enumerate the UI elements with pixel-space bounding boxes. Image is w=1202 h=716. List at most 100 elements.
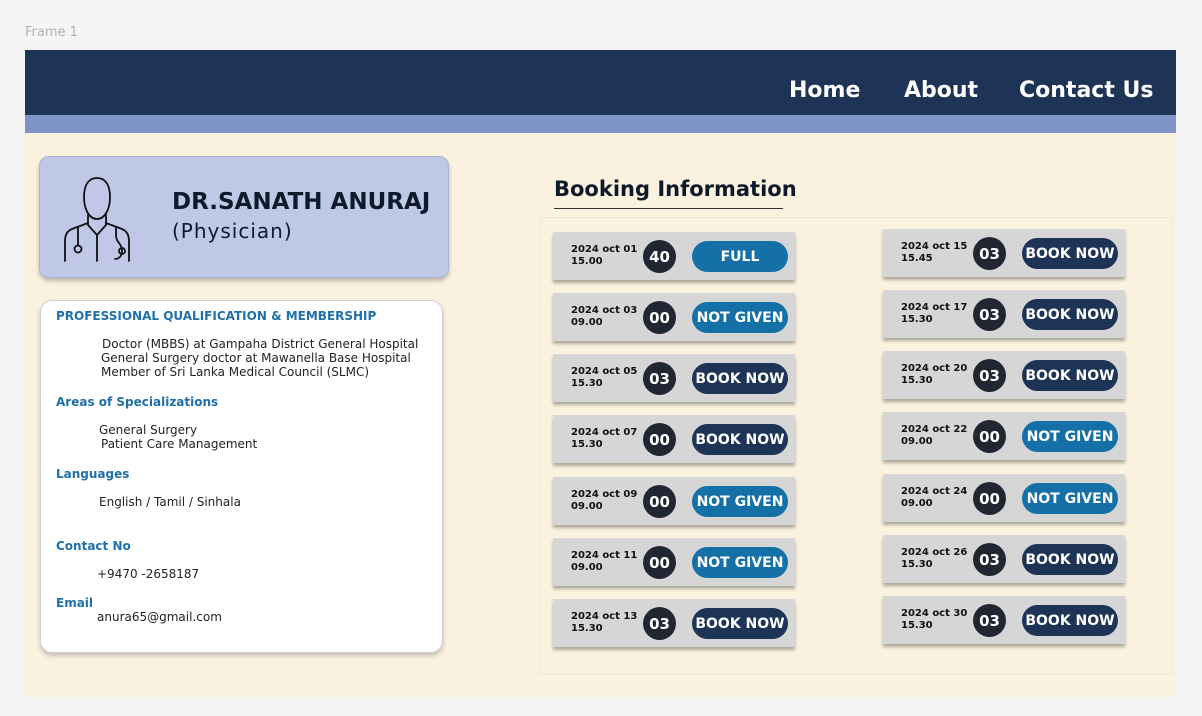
full-status-button: FULL — [692, 241, 788, 272]
slot-date: 2024 oct 01 — [571, 244, 638, 255]
slot-time: 09.00 — [571, 317, 603, 328]
slot-datetime: 2024 oct 11 09.00 — [571, 550, 637, 574]
slot-date: 2024 oct 30 — [901, 608, 968, 619]
languages-value: English / Tamil / Sinhala — [99, 495, 241, 509]
booking-slot: 2024 oct 11 09.00 00 NOT GIVEN — [553, 538, 795, 586]
doctor-info-card: PROFESSIONAL QUALIFICATION & MEMBERSHIP … — [40, 300, 443, 653]
doctor-name: DR.SANATH ANURAJ — [172, 189, 431, 215]
slot-count-badge: 00 — [643, 423, 676, 456]
email-value: anura65@gmail.com — [97, 610, 222, 624]
booking-slot: 2024 oct 03 09.00 00 NOT GIVEN — [553, 293, 795, 341]
nav-subbar — [25, 115, 1176, 133]
slot-count-badge: 00 — [643, 546, 676, 579]
booking-slot: 2024 oct 15 15.45 03 BOOK NOW — [883, 229, 1125, 277]
slot-datetime: 2024 oct 26 15.30 — [901, 547, 967, 571]
nav-contact-link[interactable]: Contact Us — [1019, 78, 1153, 103]
booking-slot: 2024 oct 20 15.30 03 BOOK NOW — [883, 351, 1125, 399]
slot-time: 15.30 — [901, 375, 933, 386]
contact-heading: Contact No — [56, 539, 131, 553]
slot-date: 2024 oct 17 — [901, 302, 968, 313]
not-given-status-button: NOT GIVEN — [692, 302, 788, 333]
slot-count-badge: 00 — [973, 420, 1006, 453]
book-now-button[interactable]: BOOK NOW — [1022, 605, 1118, 636]
slot-time: 09.00 — [571, 562, 603, 573]
slot-date: 2024 oct 15 — [901, 241, 968, 252]
contact-value: +9470 -2658187 — [97, 567, 200, 581]
not-given-status-button: NOT GIVEN — [1022, 421, 1118, 452]
doctor-title: (Physician) — [172, 219, 293, 243]
slot-count-badge: 03 — [643, 607, 676, 640]
slot-date: 2024 oct 09 — [571, 489, 638, 500]
slot-date: 2024 oct 11 — [571, 550, 638, 561]
booking-slot: 2024 oct 30 15.30 03 BOOK NOW — [883, 596, 1125, 644]
qualification-item: Doctor (MBBS) at Gampaha District Genera… — [102, 337, 419, 351]
slot-time: 15.30 — [901, 314, 933, 325]
slot-date: 2024 oct 05 — [571, 366, 638, 377]
book-now-button[interactable]: BOOK NOW — [1022, 360, 1118, 391]
book-now-button[interactable]: BOOK NOW — [692, 424, 788, 455]
booking-title-underline — [554, 208, 783, 209]
email-heading: Email — [56, 596, 94, 610]
slot-date: 2024 oct 22 — [901, 424, 968, 435]
booking-slot: 2024 oct 09 09.00 00 NOT GIVEN — [553, 477, 795, 525]
slot-time: 15.30 — [571, 378, 603, 389]
slot-datetime: 2024 oct 20 15.30 — [901, 363, 967, 387]
not-given-status-button: NOT GIVEN — [1022, 483, 1118, 514]
slot-datetime: 2024 oct 03 09.00 — [571, 305, 637, 329]
slot-datetime: 2024 oct 17 15.30 — [901, 302, 967, 326]
booking-slot: 2024 oct 13 15.30 03 BOOK NOW — [553, 599, 795, 647]
slot-datetime: 2024 oct 09 09.00 — [571, 489, 637, 513]
slot-time: 15.30 — [571, 439, 603, 450]
frame-label: Frame 1 — [25, 25, 78, 40]
slot-time: 15.30 — [571, 623, 603, 634]
slot-count-badge: 03 — [973, 604, 1006, 637]
book-now-button[interactable]: BOOK NOW — [1022, 299, 1118, 330]
nav-about-link[interactable]: About — [904, 78, 978, 103]
slot-datetime: 2024 oct 05 15.30 — [571, 366, 637, 390]
slot-date: 2024 oct 24 — [901, 486, 968, 497]
booking-title: Booking Information — [554, 177, 797, 201]
slot-datetime: 2024 oct 07 15.30 — [571, 427, 637, 451]
qualification-heading: PROFESSIONAL QUALIFICATION & MEMBERSHIP — [56, 309, 377, 323]
book-now-button[interactable]: BOOK NOW — [1022, 544, 1118, 575]
slot-time: 09.00 — [571, 501, 603, 512]
booking-slot: 2024 oct 26 15.30 03 BOOK NOW — [883, 535, 1125, 583]
slot-count-badge: 00 — [643, 301, 676, 334]
not-given-status-button: NOT GIVEN — [692, 486, 788, 517]
qualification-item: Member of Sri Lanka Medical Council (SLM… — [101, 365, 370, 379]
slot-date: 2024 oct 13 — [571, 611, 638, 622]
book-now-button[interactable]: BOOK NOW — [692, 363, 788, 394]
slot-time: 09.00 — [901, 436, 933, 447]
slot-time: 15.30 — [901, 559, 933, 570]
slot-date: 2024 oct 03 — [571, 305, 638, 316]
slot-datetime: 2024 oct 24 09.00 — [901, 486, 967, 510]
slot-datetime: 2024 oct 30 15.30 — [901, 608, 967, 632]
slot-count-badge: 00 — [973, 482, 1006, 515]
languages-heading: Languages — [56, 467, 130, 481]
slot-count-badge: 00 — [643, 485, 676, 518]
page-frame: Home About Contact Us DR.SANATH ANURAJ (… — [25, 50, 1176, 697]
nav-home-link[interactable]: Home — [789, 78, 860, 103]
specializations-heading: Areas of Specializations — [56, 395, 219, 409]
slot-date: 2024 oct 07 — [571, 427, 638, 438]
not-given-status-button: NOT GIVEN — [692, 547, 788, 578]
slot-datetime: 2024 oct 01 15.00 — [571, 244, 637, 268]
slot-count-badge: 03 — [643, 362, 676, 395]
book-now-button[interactable]: BOOK NOW — [1022, 238, 1118, 269]
slot-datetime: 2024 oct 22 09.00 — [901, 424, 967, 448]
slot-date: 2024 oct 20 — [901, 363, 968, 374]
slot-count-badge: 03 — [973, 298, 1006, 331]
slot-time: 09.00 — [901, 498, 933, 509]
doctor-icon — [64, 177, 130, 262]
specialization-item: General Surgery — [99, 423, 198, 437]
booking-slot: 2024 oct 17 15.30 03 BOOK NOW — [883, 290, 1125, 338]
slot-time: 15.45 — [901, 253, 933, 264]
specialization-item: Patient Care Management — [101, 437, 258, 451]
book-now-button[interactable]: BOOK NOW — [692, 608, 788, 639]
slot-count-badge: 03 — [973, 237, 1006, 270]
slot-count-badge: 03 — [973, 543, 1006, 576]
slot-datetime: 2024 oct 15 15.45 — [901, 241, 967, 265]
booking-slot: 2024 oct 01 15.00 40 FULL — [553, 232, 795, 280]
qualification-item: General Surgery doctor at Mawanella Base… — [101, 351, 411, 365]
slot-date: 2024 oct 26 — [901, 547, 968, 558]
